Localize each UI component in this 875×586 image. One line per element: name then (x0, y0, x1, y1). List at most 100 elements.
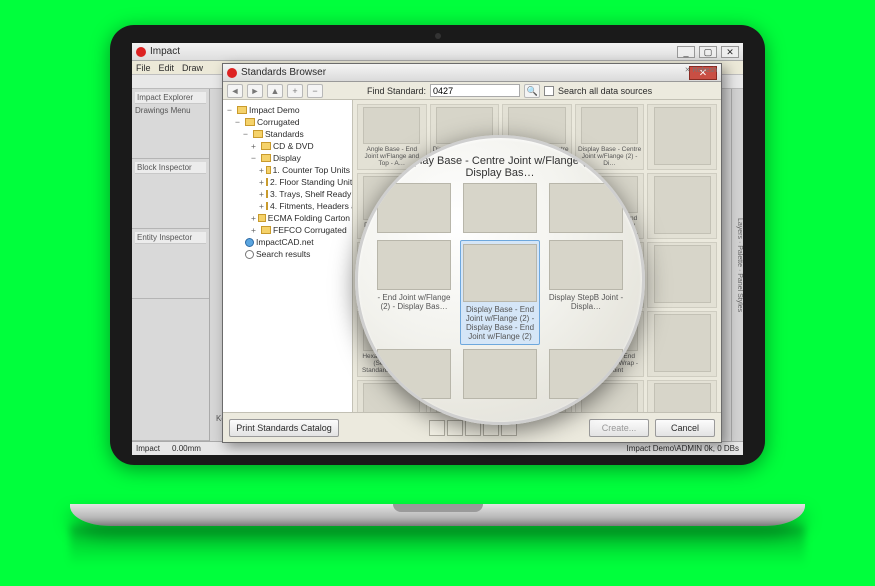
panel-drawings-label[interactable]: Drawings Menu (135, 106, 206, 115)
standards-tree[interactable]: ✕ Refresh −Impact Demo−Corrugated−Standa… (223, 100, 353, 412)
folder-icon (261, 226, 271, 234)
print-catalog-button[interactable]: Print Standards Catalog (229, 419, 339, 437)
thumbnail-icon (363, 107, 420, 144)
mag-thumb-icon (549, 240, 623, 290)
tree-node[interactable]: − Display (225, 152, 350, 164)
mag-top-label: Display Base - Centre Joint w/Flange (2)… (388, 155, 612, 179)
mag-thumb-icon (463, 183, 537, 233)
maximize-button[interactable]: ▢ (699, 46, 717, 58)
tree-label: Corrugated (257, 117, 300, 127)
expand-icon[interactable]: + (259, 201, 264, 211)
tree-node[interactable]: +3. Trays, Shelf Ready and Fillers (225, 188, 350, 200)
right-vertical-tabs[interactable]: Layers · Palette · Panel Styles (731, 89, 743, 441)
tree-node[interactable]: ImpactCAD.net (225, 236, 350, 248)
expand-icon[interactable]: + (259, 177, 264, 187)
folder-icon (266, 178, 268, 186)
tree-node[interactable]: + FEFCO Corrugated (225, 224, 350, 236)
find-standard-input[interactable] (430, 84, 520, 97)
create-button[interactable]: Create... (589, 419, 649, 437)
panel-explorer-title: Impact Explorer (135, 92, 206, 104)
panel-entity-title: Entity Inspector (135, 232, 206, 244)
tree-node[interactable]: +2. Floor Standing Units (225, 176, 350, 188)
thumbnail-item[interactable] (647, 311, 717, 377)
laptop-camera (435, 33, 441, 39)
expand-icon[interactable]: + (251, 225, 259, 235)
expand-icon[interactable]: + (251, 141, 259, 151)
dialog-titlebar[interactable]: Standards Browser ✕ (223, 64, 721, 82)
nav-up-button[interactable]: ▲ (267, 84, 283, 98)
minimize-button[interactable]: _ (677, 46, 695, 58)
expand-icon[interactable]: − (235, 117, 243, 127)
mag-thumb-icon (463, 349, 537, 399)
mag-thumb-icon (377, 240, 451, 290)
folder-icon (237, 106, 247, 114)
tree-node[interactable]: + CD & DVD (225, 140, 350, 152)
tree-node[interactable]: − Standards (225, 128, 350, 140)
thumbnail-item[interactable] (647, 104, 717, 170)
find-label: Find Standard: (367, 86, 426, 96)
app-title: Impact (150, 46, 180, 57)
thumbnail-item[interactable] (647, 380, 717, 412)
view-icon-2[interactable] (447, 420, 463, 436)
mag-cell-bot-mid (460, 349, 540, 402)
menu-draw[interactable]: Draw (182, 63, 203, 73)
dialog-title: Standards Browser (241, 67, 326, 78)
panel-block-title: Block Inspector (135, 162, 206, 174)
tree-label: CD & DVD (273, 141, 314, 151)
mag-thumb-icon (549, 183, 623, 233)
close-button[interactable]: ✕ (721, 46, 739, 58)
app-titlebar: Impact _ ▢ ✕ (132, 43, 743, 61)
folder-icon (266, 166, 271, 174)
menu-file[interactable]: File (136, 63, 151, 73)
nav-fwd-button[interactable]: ► (247, 84, 263, 98)
tree-label: 1. Counter Top Units (273, 165, 350, 175)
tree-node[interactable]: +1. Counter Top Units (225, 164, 350, 176)
tree-node[interactable]: +4. Fitments, Headers and Support (225, 200, 350, 212)
nav-plus-button[interactable]: + (287, 84, 303, 98)
statusbar: Impact 0.00mm Impact Demo\ADMIN 0k, 0 DB… (132, 441, 743, 455)
search-all-checkbox[interactable] (544, 86, 554, 96)
view-icon-1[interactable] (429, 420, 445, 436)
mag-cell-right[interactable]: Display StepB Joint - Displa… (546, 240, 626, 345)
find-go-button[interactable]: 🔍 (524, 84, 540, 98)
expand-icon[interactable]: − (251, 153, 259, 163)
expand-icon[interactable]: − (243, 129, 251, 139)
folder-icon (258, 214, 265, 222)
nav-back-button[interactable]: ◄ (227, 84, 243, 98)
tree-label: 2. Floor Standing Units (270, 177, 353, 187)
tree-label: Display (273, 153, 301, 163)
thumbnail-item[interactable] (647, 242, 717, 308)
tree-node[interactable]: Search results (225, 248, 350, 260)
mag-cell-selected[interactable]: Display Base - End Joint w/Flange (2) - … (460, 240, 540, 345)
laptop-base (70, 504, 805, 526)
expand-icon[interactable]: + (259, 165, 264, 175)
expand-icon[interactable]: − (227, 105, 235, 115)
tree-label: 4. Fitments, Headers and Support (270, 201, 353, 211)
tree-node[interactable]: −Impact Demo (225, 104, 350, 116)
dialog-toolbar: ◄ ► ▲ + − Find Standard: 🔍 Search all da… (223, 82, 721, 100)
folder-icon (253, 130, 263, 138)
expand-icon[interactable]: + (259, 189, 264, 199)
mag-thumb-icon (377, 183, 451, 233)
menu-edit[interactable]: Edit (159, 63, 175, 73)
tree-label: FEFCO Corrugated (273, 225, 347, 235)
tree-label: Standards (265, 129, 304, 139)
app-logo-icon (136, 47, 146, 57)
tree-node[interactable]: − Corrugated (225, 116, 350, 128)
folder-icon (266, 190, 268, 198)
expand-icon[interactable]: + (251, 213, 256, 223)
thumbnail-icon (654, 107, 711, 165)
thumbnail-icon (654, 383, 711, 412)
thumbnail-item[interactable]: Display Base - Centre Joint w/Flange (2)… (575, 104, 645, 170)
nav-minus-button[interactable]: − (307, 84, 323, 98)
panel-entity: Entity Inspector (132, 229, 209, 299)
thumbnail-item[interactable] (647, 173, 717, 239)
panel-spacer (132, 299, 209, 441)
mag-left-label: - End Joint w/Flange (2) - Display Bas… (374, 293, 454, 311)
mag-cell-left[interactable]: - End Joint w/Flange (2) - Display Bas… (374, 240, 454, 345)
thumbnail-icon (654, 314, 711, 372)
tree-node[interactable]: +ECMA Folding Carton (225, 212, 350, 224)
globe-icon (245, 238, 254, 247)
status-left: Impact (136, 444, 160, 453)
cancel-button[interactable]: Cancel (655, 419, 715, 437)
